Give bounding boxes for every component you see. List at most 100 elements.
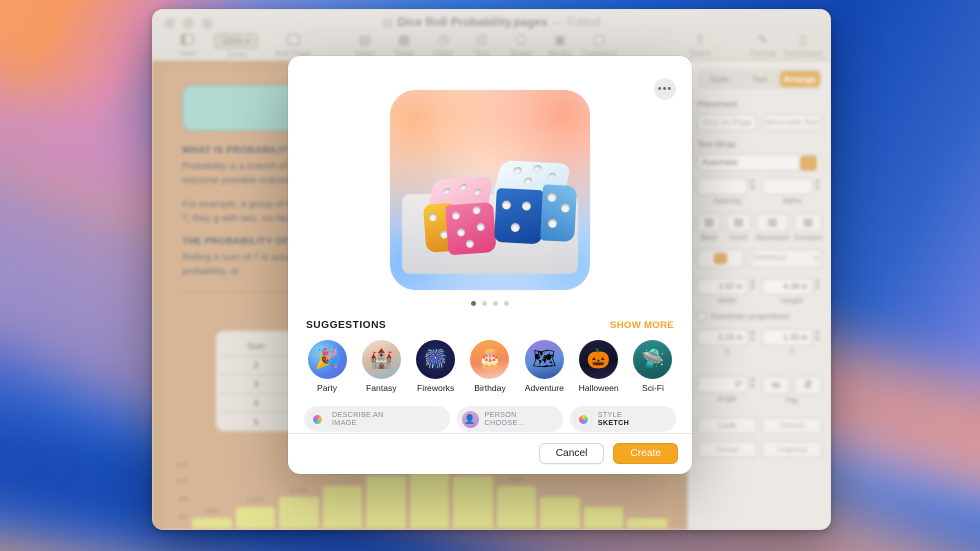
height-input[interactable]: 4.39 in xyxy=(762,278,813,295)
alpha-stepper[interactable]: ▲ ▼ xyxy=(813,178,822,195)
y-label: Y xyxy=(789,347,795,356)
prompt-field-style[interactable]: STYLE SKETCH xyxy=(569,406,676,432)
bring-to-front-button[interactable]: ▤ xyxy=(726,213,751,232)
wrap-color-swatch[interactable] xyxy=(800,155,817,170)
suggestion-item[interactable]: 🗺 Adventure xyxy=(521,340,567,393)
align-dropdown[interactable] xyxy=(697,249,745,268)
suggestion-label: Halloween xyxy=(578,383,619,393)
width-stepper[interactable]: ▲ ▼ xyxy=(748,278,757,295)
distribute-dropdown[interactable]: Distribute ▾ xyxy=(749,249,822,268)
image-playground-dialog[interactable]: ••• SUGGESTIONS SHOW MORE 🎉 Party 🏰 Fant… xyxy=(288,56,692,474)
add-page-icon xyxy=(270,31,316,48)
inspector-tabs[interactable]: Style Text Arrange xyxy=(697,69,822,89)
more-options-button[interactable]: ••• xyxy=(654,78,676,100)
fireworks-icon: 🎆 xyxy=(416,340,456,379)
show-more-button[interactable]: SHOW MORE xyxy=(610,320,674,331)
generated-image-preview[interactable] xyxy=(390,90,590,290)
toolbar-document[interactable]: ▯ Document xyxy=(780,31,826,59)
angle-input[interactable]: 0° xyxy=(697,376,748,393)
tab-text[interactable]: Text xyxy=(739,71,779,87)
height-stepper[interactable]: ▲ ▼ xyxy=(813,278,822,295)
suggestions-list[interactable]: 🎉 Party 🏰 Fantasy 🎆 Fireworks 🎂 Birthday 🗺 Advent… xyxy=(288,331,692,393)
angle-stepper[interactable]: ▲ ▼ xyxy=(748,376,757,393)
y-tick-label: 10% xyxy=(175,478,188,485)
suggestion-item[interactable]: 🎃 Halloween xyxy=(576,340,622,393)
prompt-field-describe[interactable]: DESCRIBE AN IMAGE xyxy=(304,406,450,432)
chart-bar xyxy=(322,486,363,528)
height-label: Height xyxy=(781,296,803,305)
send-backward-button[interactable]: ▤ xyxy=(755,213,790,232)
suggestion-item[interactable]: 🏰 Fantasy xyxy=(358,340,404,393)
front-label: Front xyxy=(729,233,748,242)
y-stepper[interactable]: ▲ ▼ xyxy=(813,329,822,346)
toolbar-share[interactable]: ⇧ Share xyxy=(677,31,723,59)
comment-icon: ▢ xyxy=(592,31,606,47)
unlock-button[interactable]: Unlock xyxy=(762,417,822,434)
window-edited-badge: — Edited xyxy=(552,17,601,29)
y-tick-label: 6% xyxy=(179,514,188,521)
suggestion-label: Fantasy xyxy=(366,383,397,393)
suggestion-label: Fireworks xyxy=(417,383,455,393)
toolbar-label: View xyxy=(178,49,196,58)
suggestion-item[interactable]: 🛸 Sci-Fi xyxy=(630,340,676,393)
flip-vertical-button[interactable]: ⇵ xyxy=(794,376,822,395)
prompt-fields-row[interactable]: DESCRIBE AN IMAGE 👤 PERSON CHOOSE… STYLE SKETC… xyxy=(288,393,692,432)
width-label: Width xyxy=(717,296,737,305)
document-panel-icon: ▯ xyxy=(799,31,807,47)
table-cell: 5 xyxy=(220,412,292,432)
y-position-input[interactable]: 1.33 in xyxy=(762,329,813,346)
ungroup-button[interactable]: Ungroup xyxy=(762,441,822,458)
alpha-input[interactable] xyxy=(762,178,813,195)
create-button[interactable]: Create xyxy=(613,443,678,464)
chevron-down-icon: ▾ xyxy=(245,36,250,46)
toolbar-comment[interactable]: ▢ Comment xyxy=(576,31,622,59)
chart-y-axis: 12% 10% 8% 6% xyxy=(166,460,190,530)
zoom-dropdown[interactable]: 125% ▾ xyxy=(214,33,258,49)
tab-arrange[interactable]: Arrange xyxy=(779,71,820,87)
group-button[interactable]: Group xyxy=(697,441,757,458)
toolbar-label: Document xyxy=(784,49,822,58)
prompt-field-person[interactable]: 👤 PERSON CHOOSE… xyxy=(456,406,563,432)
chart-bar: 5.56% xyxy=(496,477,537,528)
width-input[interactable]: 3.92 in xyxy=(697,278,748,295)
distribute-label: Distribute xyxy=(752,253,787,262)
x-stepper[interactable]: ▲ ▼ xyxy=(748,329,757,346)
toolbar-view[interactable]: View xyxy=(164,31,210,58)
share-icon: ⇧ xyxy=(694,31,706,47)
text-wrap-heading: Text Wrap xyxy=(697,139,736,149)
stay-on-page-button[interactable]: Stay on Page xyxy=(697,114,757,131)
lock-button[interactable]: Lock xyxy=(697,417,757,434)
spacing-input[interactable] xyxy=(697,178,748,195)
chart-bar: 8.33% xyxy=(453,467,493,528)
tab-style[interactable]: Style xyxy=(699,71,739,87)
spacing-label: Spacing xyxy=(713,196,741,205)
toolbar-zoom[interactable]: 125% ▾ Zoom xyxy=(214,31,260,59)
cancel-button[interactable]: Cancel xyxy=(538,443,605,464)
suggestion-label: Adventure xyxy=(524,383,564,393)
y-tick-label: 8% xyxy=(179,496,188,503)
chart-bar: 11.11% xyxy=(409,456,450,528)
move-with-text-button[interactable]: Move with Text xyxy=(762,114,822,131)
text-wrap-select[interactable]: Automatic xyxy=(697,154,822,171)
table-header-cell: Sum xyxy=(247,341,265,352)
spacing-stepper[interactable]: ▲ ▼ xyxy=(748,178,757,195)
chart-bar xyxy=(540,496,580,528)
document-icon: ▤ xyxy=(382,17,394,29)
send-to-back-button[interactable]: ▤ xyxy=(697,213,722,232)
toolbar-add-page[interactable]: Add Page xyxy=(270,31,316,58)
table-cell: 2 xyxy=(220,355,292,375)
suggestion-item[interactable]: 🎉 Party xyxy=(304,340,350,393)
flip-horizontal-button[interactable]: ⇋ xyxy=(762,376,790,395)
format-inspector-panel[interactable]: Style Text Arrange Placement Stay on Pag… xyxy=(687,61,831,530)
suggestion-item[interactable]: 🎆 Fireworks xyxy=(413,340,459,393)
suggestion-label: Party xyxy=(316,383,338,393)
x-position-input[interactable]: 0.25 in xyxy=(697,329,748,346)
bring-forward-button[interactable]: ▤ xyxy=(794,213,823,232)
chart-bar: 5.56% xyxy=(192,509,232,528)
x-label: X xyxy=(724,347,730,356)
chart-bar xyxy=(366,475,406,528)
suggestion-label: Sci-Fi xyxy=(641,383,664,393)
constrain-proportions-checkbox[interactable]: Constrain proportions xyxy=(697,312,822,321)
bar-value-label: 5.56% xyxy=(203,508,221,515)
suggestion-item[interactable]: 🎂 Birthday xyxy=(467,340,513,393)
